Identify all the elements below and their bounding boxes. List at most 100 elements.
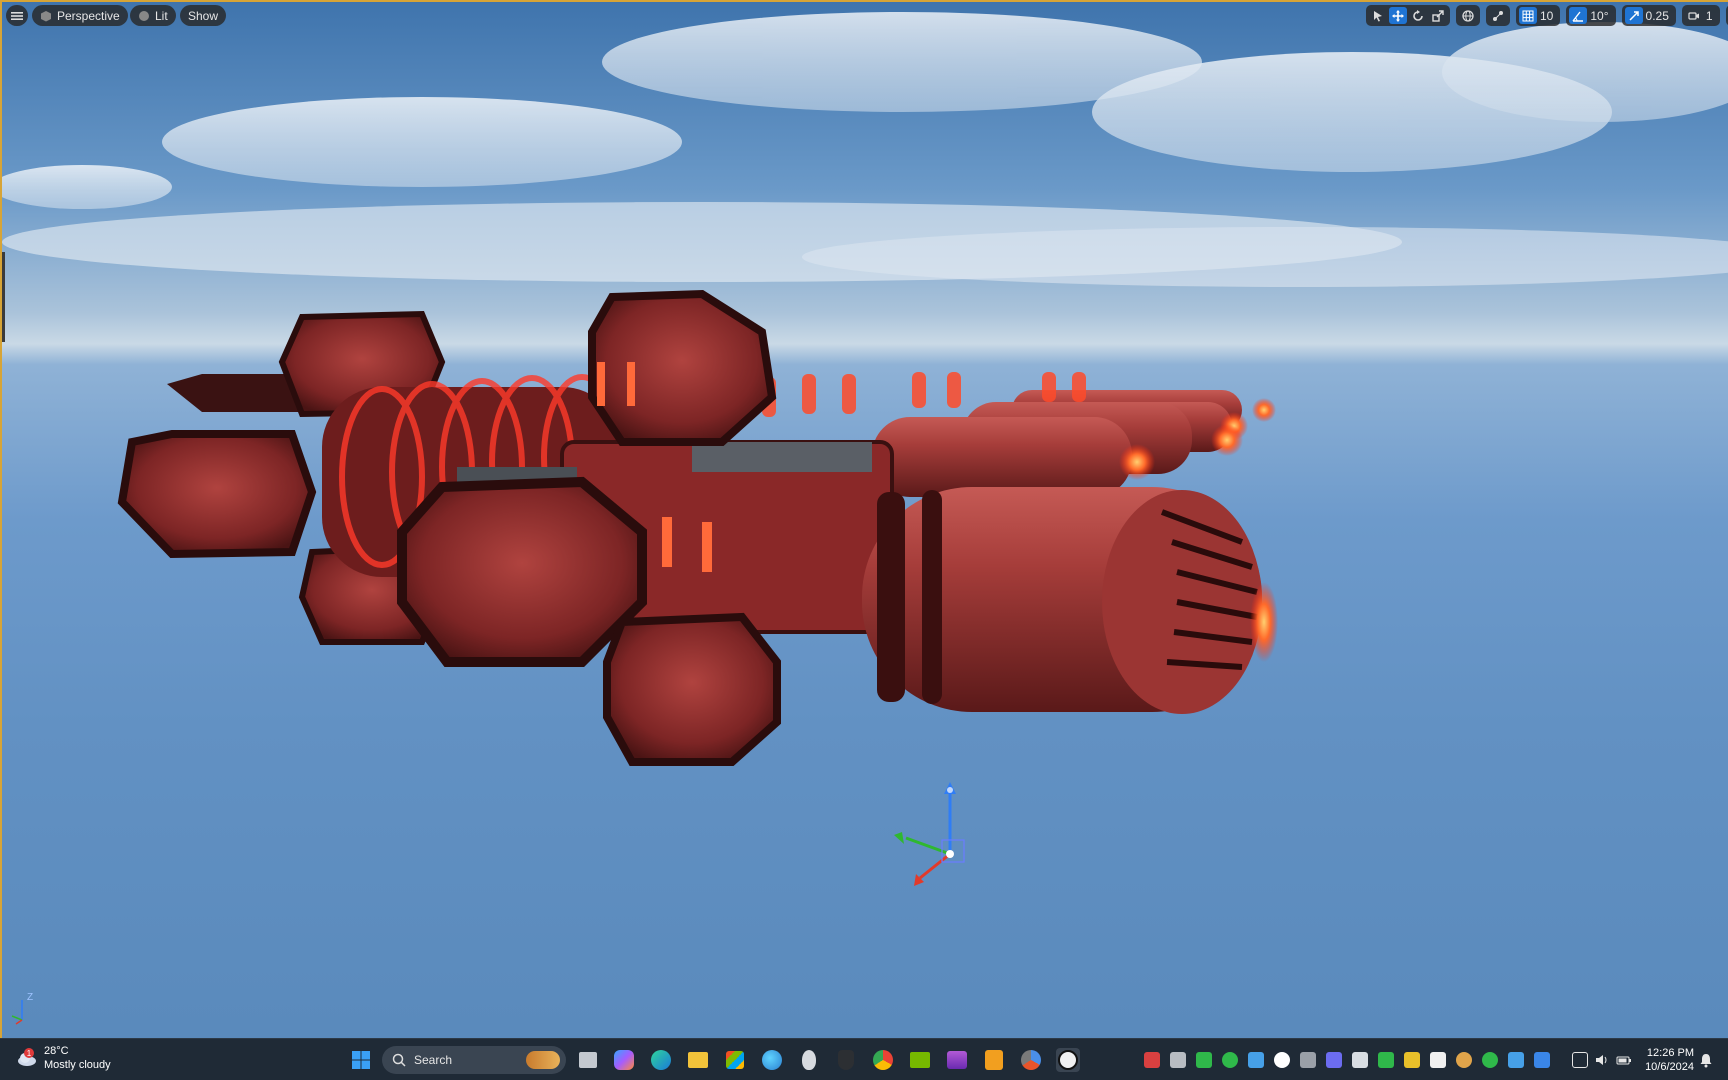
task-view-button[interactable]: [576, 1048, 600, 1072]
globe-app-button[interactable]: [760, 1048, 784, 1072]
scale-snap-toggle[interactable]: [1624, 7, 1643, 24]
nvidia-icon: [910, 1052, 930, 1068]
lit-button[interactable]: Lit: [130, 5, 176, 26]
rotation-snap-value[interactable]: 10°: [1589, 9, 1612, 23]
folder-icon: [688, 1052, 708, 1068]
select-tool-button[interactable]: [1369, 7, 1387, 24]
edge-icon: [651, 1050, 671, 1070]
windows-taskbar: 1 28°C Mostly cloudy Search 12:26 PM 10/…: [0, 1038, 1728, 1080]
shield-app-icon: [838, 1050, 854, 1070]
weather-badge: 1: [27, 1049, 32, 1058]
rotate-tool-button[interactable]: [1409, 7, 1427, 24]
rotation-snap-group: 10°: [1566, 5, 1616, 26]
rotation-snap-toggle[interactable]: [1569, 7, 1588, 24]
alienware-button[interactable]: [797, 1048, 821, 1072]
edge-button[interactable]: [649, 1048, 673, 1072]
grid-snap-toggle[interactable]: [1519, 7, 1537, 24]
start-button[interactable]: [349, 1048, 373, 1072]
tray-app-icon-1[interactable]: [1144, 1052, 1160, 1068]
scale-tool-button[interactable]: [1429, 7, 1447, 24]
cursor-icon: [1374, 10, 1382, 21]
task-view-icon: [579, 1052, 597, 1068]
globe-app-icon: [762, 1050, 782, 1070]
cloud-icon: 1: [16, 1047, 38, 1069]
tray-app-icon-14[interactable]: [1482, 1052, 1498, 1068]
search-highlight-icon: [526, 1051, 560, 1069]
tray-app-icon-10[interactable]: [1378, 1052, 1394, 1068]
search-icon: [392, 1053, 406, 1067]
notification-bell-icon[interactable]: [1698, 1052, 1714, 1068]
taskbar-search[interactable]: Search: [382, 1046, 566, 1074]
chrome-dev-icon: [1021, 1050, 1041, 1070]
file-explorer-button[interactable]: [686, 1048, 710, 1072]
nvidia-button[interactable]: [908, 1048, 932, 1072]
battery-icon[interactable]: [1616, 1052, 1632, 1068]
camera-speed-value[interactable]: 1: [1705, 9, 1717, 23]
lit-label: Lit: [155, 8, 168, 23]
tray-app-icon-13[interactable]: [1456, 1052, 1472, 1068]
sublime-button[interactable]: [982, 1048, 1006, 1072]
show-button[interactable]: Show: [180, 5, 227, 26]
tray-app-icon-16[interactable]: [1534, 1052, 1550, 1068]
tray-app-icon-8[interactable]: [1326, 1052, 1342, 1068]
world-space-button[interactable]: [1459, 7, 1477, 24]
camera-icon: [1688, 11, 1699, 20]
windows-logo-icon: [352, 1051, 370, 1069]
surface-snap-group: [1486, 5, 1510, 26]
tray-app-icon-9[interactable]: [1352, 1052, 1368, 1068]
surface-snap-button[interactable]: [1489, 7, 1507, 24]
viewport-splitter[interactable]: [2, 252, 5, 342]
epic-games-icon[interactable]: [1430, 1052, 1446, 1068]
weather-desc: Mostly cloudy: [44, 1059, 111, 1071]
tray-app-icon-11[interactable]: [1404, 1052, 1420, 1068]
scale-snap-value[interactable]: 0.25: [1645, 9, 1673, 23]
clapper-icon: [947, 1051, 967, 1069]
tray-app-icon-2[interactable]: [1170, 1052, 1186, 1068]
move-icon: [1392, 9, 1404, 22]
store-button[interactable]: [723, 1048, 747, 1072]
weather-temp: 28°C: [44, 1045, 69, 1057]
scale-snap-group: 0.25: [1621, 5, 1676, 26]
network-icon[interactable]: [1572, 1052, 1588, 1068]
translate-tool-button[interactable]: [1389, 7, 1407, 24]
unreal-engine-button[interactable]: [1056, 1048, 1080, 1072]
tray-app-icon-5[interactable]: [1248, 1052, 1264, 1068]
grammarly-icon[interactable]: [1274, 1052, 1290, 1068]
viewport-tools-toolbar: 10 10° 0.25 1: [1360, 5, 1728, 26]
scale-icon: [1432, 9, 1444, 22]
camera-speed-group: 1: [1681, 5, 1720, 26]
camera-speed-button[interactable]: [1685, 7, 1703, 24]
hamburger-icon: [11, 11, 23, 20]
copilot-button[interactable]: [612, 1048, 636, 1072]
tray-app-icon-15[interactable]: [1508, 1052, 1524, 1068]
system-clock[interactable]: 12:26 PM 10/6/2024: [1640, 1046, 1694, 1074]
viewport-menu-button[interactable]: [6, 5, 28, 26]
perspective-button[interactable]: Perspective: [32, 5, 128, 26]
grid-snap-group: 10: [1516, 5, 1561, 26]
level-viewport[interactable]: Perspective Lit Show 10 10° 0.25 1 Z: [0, 0, 1728, 1038]
scale-snap-icon: [1628, 10, 1639, 21]
sublime-icon: [985, 1050, 1003, 1070]
grid-snap-value[interactable]: 10: [1539, 9, 1557, 23]
angle-icon: [1572, 11, 1584, 22]
tray-app-icon-3[interactable]: [1196, 1052, 1212, 1068]
transform-gizmo: [894, 782, 965, 886]
weather-widget[interactable]: 1 28°C Mostly cloudy: [16, 1044, 111, 1072]
chrome-dev-button[interactable]: [1019, 1048, 1043, 1072]
tray-app-icon-7[interactable]: [1300, 1052, 1316, 1068]
clock-time: 12:26 PM: [1646, 1047, 1694, 1059]
store-icon: [726, 1051, 744, 1069]
clapper-app-button[interactable]: [945, 1048, 969, 1072]
chrome-button[interactable]: [871, 1048, 895, 1072]
volume-icon[interactable]: [1594, 1052, 1610, 1068]
world-axis-indicator: Z: [11, 992, 33, 1025]
viewport-scene[interactable]: [2, 2, 1728, 1038]
grid-icon: [1522, 10, 1534, 21]
coordinate-system-group: [1456, 5, 1480, 26]
clouds: [2, 12, 1728, 287]
clock-date: 10/6/2024: [1645, 1061, 1694, 1073]
copilot-icon: [614, 1050, 634, 1070]
shield-app-button[interactable]: [834, 1048, 858, 1072]
xbox-icon[interactable]: [1222, 1052, 1238, 1068]
surface-snap-icon: [1493, 10, 1503, 21]
